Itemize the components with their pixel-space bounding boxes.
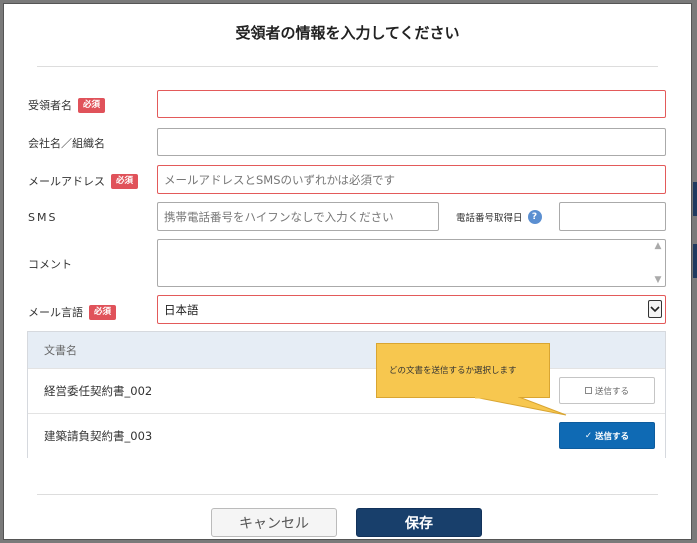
mail-language-label: メール言語 必須 [28,304,117,320]
sms-label: SMS [28,211,57,224]
header-divider [37,66,658,67]
recipient-name-label: 受領者名 必須 [28,97,106,113]
help-icon[interactable]: ? [527,210,542,224]
document-name: 経営委任契約書_002 [44,384,153,398]
document-table-header: 文書名 [28,332,665,368]
email-label-text: メールアドレス [28,175,105,188]
phone-date-input[interactable] [559,202,666,231]
recipient-name-input[interactable] [157,90,666,118]
required-badge: 必須 [89,304,117,320]
save-button[interactable]: 保存 [356,508,482,537]
email-input[interactable] [157,165,666,194]
mail-language-select[interactable]: 日本語 [157,295,666,324]
comment-textarea[interactable] [157,239,666,287]
scroll-up-icon[interactable]: ▲ [655,241,662,251]
dialog-title: 受領者の情報を入力してください [235,24,460,42]
company-label: 会社名／組織名 [28,135,105,151]
checkbox-icon [584,387,592,394]
send-toggle-button[interactable]: 送信する [559,377,655,404]
required-badge: 必須 [78,97,106,113]
comment-label: コメント [28,256,72,272]
table-row: 経営委任契約書_002 送信する [28,368,665,413]
send-toggle-label: 送信する [594,386,629,397]
company-label-text: 会社名／組織名 [28,137,105,150]
callout-tooltip: どの文書を送信するか選択します [376,343,550,398]
footer-divider [37,494,658,495]
mail-language-value: 日本語 [164,302,199,317]
backdrop-strip [693,182,697,216]
tooltip-pointer [474,397,567,416]
recipient-dialog: 受領者の情報を入力してください 受領者名 必須 会社名／組織名 メールアドレス … [3,3,692,540]
document-table: 文書名 経営委任契約書_002 送信する 建築請負契約書_003 ✓ 送信する [27,331,666,458]
required-badge: 必須 [111,173,139,189]
recipient-name-label-text: 受領者名 [28,99,72,112]
chevron-down-icon[interactable] [648,300,662,318]
company-input[interactable] [157,128,666,156]
document-name: 建築請負契約書_003 [44,429,153,443]
table-row: 建築請負契約書_003 ✓ 送信する [28,413,665,458]
email-label: メールアドレス 必須 [28,173,139,189]
check-icon: ✓ [584,430,593,441]
tooltip-text: どの文書を送信するか選択します [389,366,517,376]
comment-label-text: コメント [28,258,72,271]
send-toggle-label: 送信する [595,431,630,442]
sms-label-text: SMS [28,211,58,224]
comment-wrapper: ▲ ▼ [157,239,666,287]
phone-date-label: 電話番号取得日 ? [456,210,542,224]
cancel-button[interactable]: キャンセル [211,508,337,537]
comment-scrollbar[interactable]: ▲ ▼ [652,241,664,285]
mail-language-label-text: メール言語 [28,306,83,319]
document-name-header: 文書名 [44,344,77,357]
sms-input[interactable] [157,202,439,231]
scroll-down-icon[interactable]: ▼ [655,275,662,285]
backdrop-strip [693,244,697,278]
phone-date-label-text: 電話番号取得日 [456,213,523,224]
send-toggle-button[interactable]: ✓ 送信する [559,422,655,449]
